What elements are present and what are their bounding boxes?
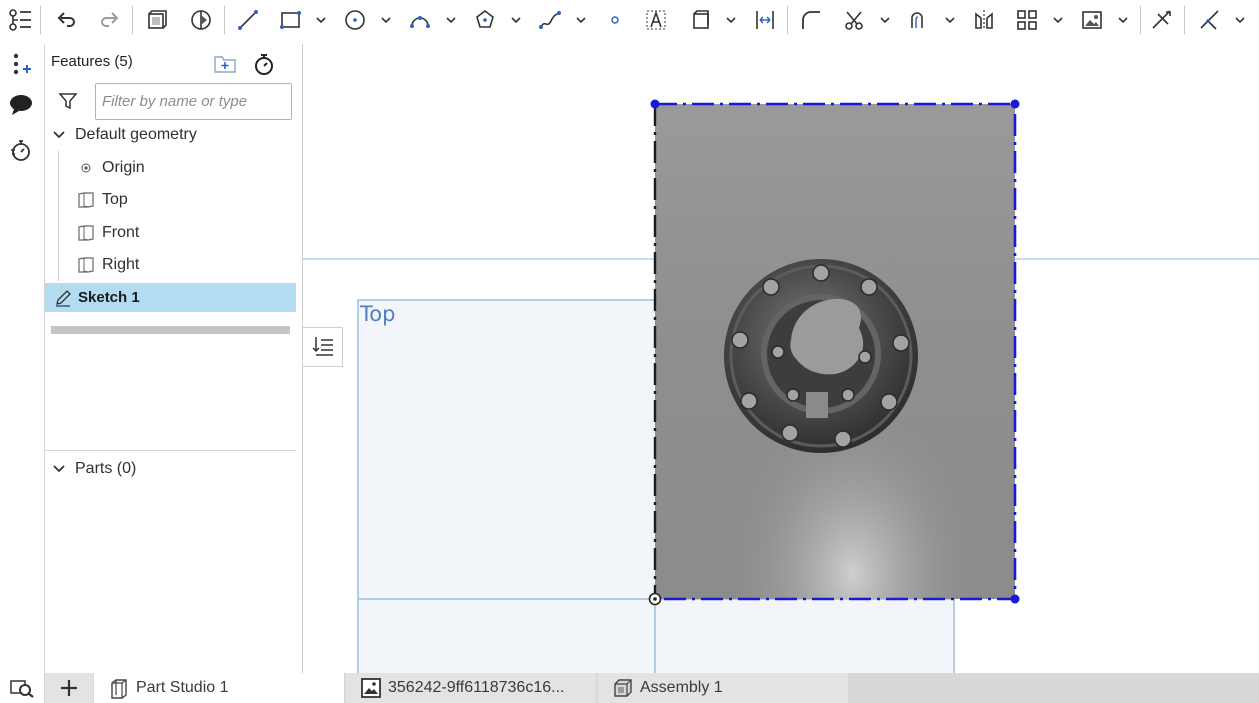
add-tab-button[interactable]	[45, 673, 93, 703]
circle-icon[interactable]	[339, 4, 371, 36]
add-variable-icon[interactable]	[6, 49, 36, 79]
history-icon[interactable]	[6, 135, 36, 165]
assembly-icon	[612, 677, 634, 699]
tab-part-studio-1[interactable]: Part Studio 1	[94, 673, 344, 703]
viewport-canvas[interactable]	[303, 40, 1259, 673]
polygon-icon[interactable]	[469, 4, 501, 36]
default-geometry-label: Default geometry	[75, 126, 197, 143]
point-icon[interactable]	[599, 4, 631, 36]
mirror-icon[interactable]	[968, 4, 1000, 36]
search-tabs-icon[interactable]	[0, 673, 44, 703]
tab-assembly-1[interactable]: Assembly 1	[598, 673, 848, 703]
top-toolbar	[0, 0, 1259, 40]
tab-label: Part Studio 1	[136, 679, 229, 696]
part-studio-icon	[108, 677, 130, 699]
trim-icon[interactable]	[838, 4, 870, 36]
tree-item-right[interactable]: Right	[76, 250, 139, 280]
parts-group[interactable]: Parts (0)	[49, 454, 136, 484]
filter-icon[interactable]	[57, 90, 79, 112]
sketch-pencil-icon	[52, 288, 74, 308]
chevron-down-icon[interactable]	[49, 125, 69, 145]
plane-icon	[76, 190, 96, 210]
snap-icon[interactable]	[1194, 4, 1226, 36]
arc-icon[interactable]	[404, 4, 436, 36]
normal-to-icon[interactable]	[1146, 4, 1178, 36]
comments-icon[interactable]	[6, 90, 36, 120]
arc-dropdown-chevron-icon[interactable]	[443, 12, 459, 28]
trim-dropdown-chevron-icon[interactable]	[877, 12, 893, 28]
construction-icon[interactable]	[685, 4, 717, 36]
extrude-icon[interactable]	[141, 4, 173, 36]
snap-dropdown-chevron-icon[interactable]	[1232, 12, 1248, 28]
inserted-image[interactable]	[655, 104, 1015, 599]
document-tab-bar: Part Studio 1 356242-9ff6118736c16... As…	[0, 673, 1259, 703]
panel-divider	[45, 450, 296, 451]
top-plane-label: Top	[360, 302, 396, 326]
text-icon[interactable]	[640, 4, 672, 36]
chevron-down-icon[interactable]	[49, 459, 69, 479]
redo-icon[interactable]	[94, 4, 126, 36]
sketch-vertex[interactable]	[1010, 594, 1020, 604]
fillet-icon[interactable]	[795, 4, 827, 36]
sketch-vertex[interactable]	[650, 99, 660, 109]
tree-item-label: Top	[102, 191, 128, 208]
tab-label: Assembly 1	[640, 679, 723, 696]
feature-list-toggle-icon[interactable]	[303, 327, 343, 367]
features-title: Features (5)	[51, 53, 133, 70]
spline-icon[interactable]	[534, 4, 566, 36]
tree-guide-line	[58, 151, 59, 281]
rollback-bar[interactable]	[51, 326, 290, 334]
rectangle-dropdown-chevron-icon[interactable]	[313, 12, 329, 28]
plane-icon	[76, 255, 96, 275]
origin-icon	[76, 158, 96, 178]
revolve-icon[interactable]	[185, 4, 217, 36]
tree-item-label: Origin	[102, 159, 145, 176]
parts-label: Parts (0)	[75, 460, 137, 477]
insert-image-icon[interactable]	[1076, 4, 1108, 36]
image-icon	[360, 677, 382, 699]
tree-item-origin[interactable]: Origin	[76, 153, 145, 183]
tree-item-label: Front	[102, 224, 140, 241]
offset-icon[interactable]	[903, 4, 935, 36]
tab-label: 356242-9ff6118736c16...	[388, 679, 565, 696]
circle-dropdown-chevron-icon[interactable]	[378, 12, 394, 28]
construction-dropdown-chevron-icon[interactable]	[723, 12, 739, 28]
line-icon[interactable]	[232, 4, 264, 36]
filter-input[interactable]	[95, 83, 292, 120]
graphics-viewport[interactable]: Top	[303, 40, 1259, 673]
pattern-icon[interactable]	[1011, 4, 1043, 36]
plane-icon	[76, 223, 96, 243]
feature-panel: Features (5) Default geometry Origin Top…	[44, 44, 303, 673]
dimension-icon[interactable]	[749, 4, 781, 36]
default-geometry-group[interactable]: Default geometry	[49, 120, 197, 150]
undo-icon[interactable]	[50, 4, 82, 36]
feature-list-icon[interactable]	[4, 4, 36, 36]
rollback-timer-icon[interactable]	[251, 51, 277, 77]
tab-image-file[interactable]: 356242-9ff6118736c16...	[346, 673, 596, 703]
pattern-dropdown-chevron-icon[interactable]	[1050, 12, 1066, 28]
spline-dropdown-chevron-icon[interactable]	[573, 12, 589, 28]
tree-item-top[interactable]: Top	[76, 185, 128, 215]
plus-icon	[61, 680, 77, 696]
insert-image-dropdown-chevron-icon[interactable]	[1115, 12, 1131, 28]
tree-item-label: Sketch 1	[78, 289, 140, 306]
tree-item-front[interactable]: Front	[76, 218, 139, 248]
add-folder-icon[interactable]	[212, 51, 238, 77]
sketch-vertex[interactable]	[1010, 99, 1020, 109]
offset-dropdown-chevron-icon[interactable]	[942, 12, 958, 28]
rectangle-icon[interactable]	[275, 4, 307, 36]
left-rail	[0, 40, 44, 673]
polygon-dropdown-chevron-icon[interactable]	[508, 12, 524, 28]
tree-item-label: Right	[102, 256, 140, 273]
tree-item-sketch-1[interactable]: Sketch 1	[45, 283, 296, 312]
